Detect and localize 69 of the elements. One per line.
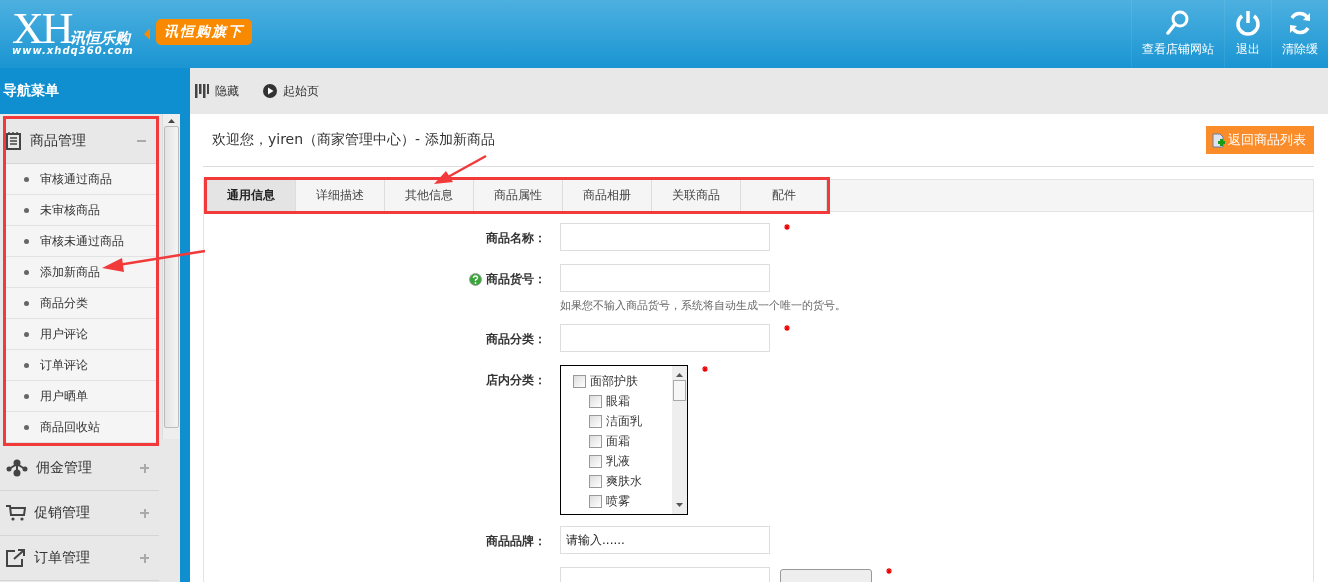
menu-group-label: 佣金管理 <box>36 459 93 477</box>
power-icon <box>1235 10 1261 36</box>
toolbar-button-label: 隐藏 <box>215 82 239 100</box>
columns-icon <box>195 84 209 98</box>
menu-item-label[interactable]: 订单评论 <box>40 356 88 374</box>
hint-text: 如果您不输入商品货号，系统将自动生成一个唯一的货号。 <box>560 298 847 313</box>
option-label: 爽肤水 <box>606 472 642 490</box>
category-listbox[interactable]: 面部护肤 眼霜 洁面乳 面霜 乳液 爽肤水 喷雾 <box>560 365 688 515</box>
expand-icon <box>140 508 150 518</box>
option-label: 乳液 <box>606 452 630 470</box>
checkbox[interactable] <box>589 494 602 508</box>
checkbox[interactable] <box>589 434 602 448</box>
network-icon <box>6 459 28 477</box>
tab[interactable]: 商品属性 <box>474 180 563 211</box>
field-label: 商品货号： <box>486 270 546 288</box>
menu-item-label[interactable]: 用户评论 <box>40 325 88 343</box>
option-label: 面霜 <box>606 432 630 450</box>
toolbar-button[interactable]: 起始页 <box>263 82 319 100</box>
option-label: 眼霜 <box>606 392 630 410</box>
checkbox[interactable] <box>589 414 602 428</box>
play-icon <box>263 84 277 98</box>
field-label: 商品品牌： <box>486 532 546 550</box>
menu-item-label[interactable]: 用户晒单 <box>40 387 88 405</box>
tab[interactable]: 商品相册 <box>563 180 652 211</box>
checkbox[interactable] <box>589 474 602 488</box>
refresh-icon <box>1287 10 1313 36</box>
checkbox[interactable] <box>573 374 586 388</box>
menu-group-label: 商品管理 <box>30 132 87 150</box>
add-document-icon <box>1212 132 1226 148</box>
menu-item-label[interactable]: 商品分类 <box>40 294 88 312</box>
menu-group-label: 促销管理 <box>34 504 91 522</box>
input-field[interactable] <box>560 264 770 292</box>
header-action-label: 查看店铺网站 <box>1142 41 1214 58</box>
field-label: 商品分类： <box>486 330 546 348</box>
cart-icon <box>6 505 26 521</box>
tab[interactable]: 配件 <box>741 180 827 211</box>
input-field[interactable]: 请输入...... <box>560 526 770 554</box>
scroll-up-icon[interactable] <box>676 372 683 377</box>
toolbar-button[interactable]: 隐藏 <box>195 82 239 100</box>
option-label: 面部护肤 <box>590 372 638 390</box>
header-action-label: 退出 <box>1236 41 1260 58</box>
badge-pointer-icon <box>143 28 150 40</box>
input-field[interactable] <box>560 324 770 352</box>
notepad-icon <box>6 132 22 150</box>
scrollbar-thumb[interactable] <box>164 126 180 428</box>
checkbox[interactable] <box>589 394 602 408</box>
search-icon <box>1166 10 1190 36</box>
external-link-icon <box>6 549 26 567</box>
scroll-down-icon[interactable] <box>676 503 683 508</box>
scrollbar-thumb[interactable] <box>673 380 686 401</box>
header-action-label: 清除缓 <box>1282 41 1318 58</box>
scrollbar[interactable] <box>162 114 180 439</box>
expand-icon <box>140 553 150 563</box>
tab[interactable]: 关联商品 <box>652 180 741 211</box>
checkbox[interactable] <box>589 454 602 468</box>
toolbar-button-label: 起始页 <box>283 82 319 100</box>
field-label: 店内分类： <box>486 371 546 389</box>
tab[interactable]: 通用信息 <box>207 180 296 211</box>
option-label: 喷雾 <box>606 492 630 510</box>
page-title: 欢迎您，yiren（商家管理中心）- 添加新商品 <box>212 131 495 149</box>
brand-tagline: 讯恒购旗下 <box>155 19 252 45</box>
input-field[interactable] <box>560 223 770 251</box>
tab[interactable]: 详细描述 <box>296 180 385 211</box>
expand-icon <box>140 463 150 473</box>
scroll-up-icon[interactable] <box>167 118 177 124</box>
option-label: 洁面乳 <box>606 412 642 430</box>
menu-group-label: 订单管理 <box>34 549 91 567</box>
logo-url: www.xhdq360.com <box>12 45 134 56</box>
field-label: 商品名称： <box>486 229 546 247</box>
